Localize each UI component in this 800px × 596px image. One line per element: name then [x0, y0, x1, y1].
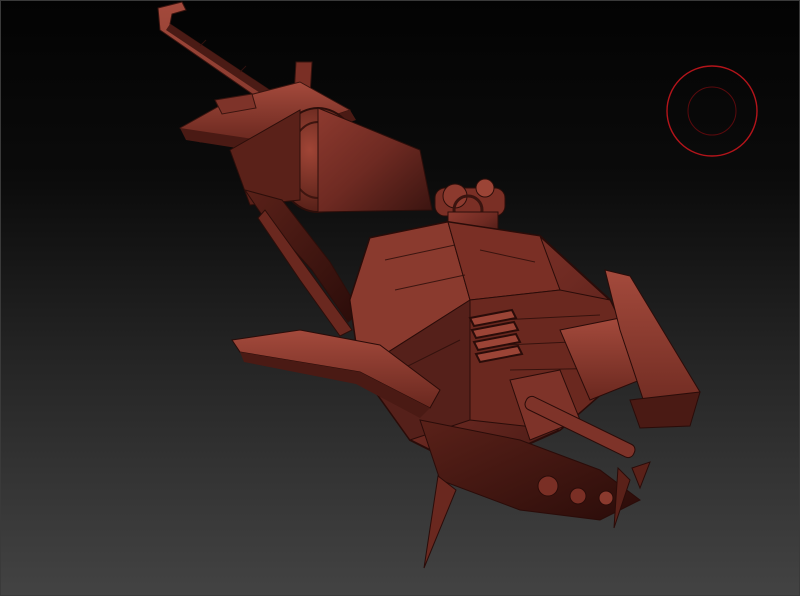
brush-cursor — [666, 65, 758, 157]
brush-outer-ring — [666, 65, 758, 157]
zbrush-canvas-viewport[interactable] — [0, 0, 800, 596]
brush-inner-ring — [687, 86, 737, 136]
